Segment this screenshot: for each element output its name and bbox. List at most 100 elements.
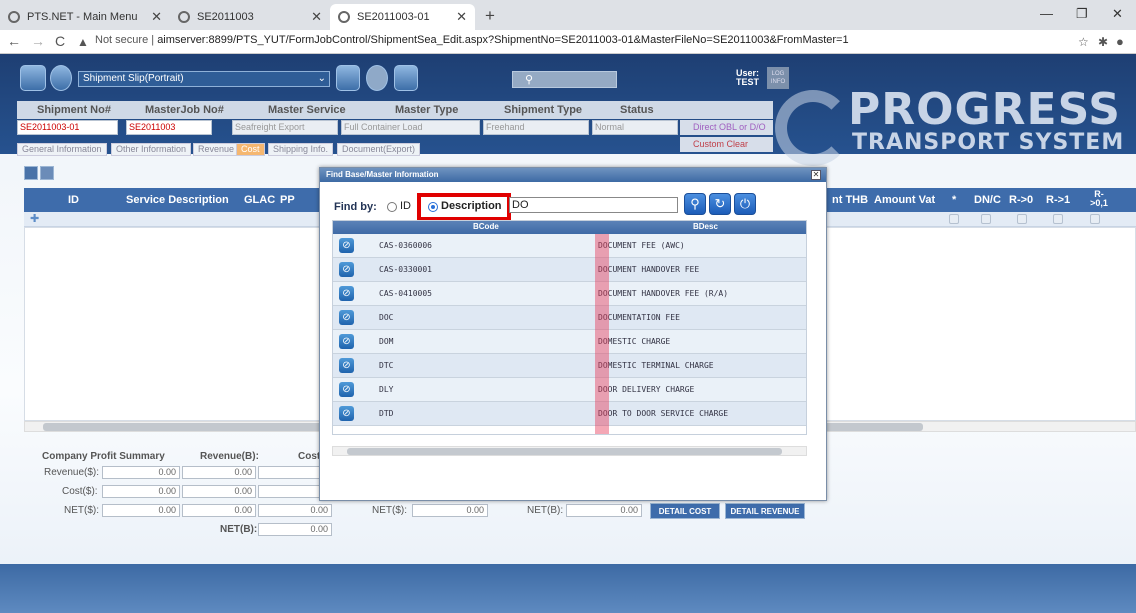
cost-s-field[interactable] xyxy=(258,466,320,479)
new-tab-plus-icon[interactable]: + xyxy=(485,6,495,26)
select-row-icon[interactable]: ⊘ xyxy=(339,406,354,421)
checkbox[interactable] xyxy=(1053,214,1063,224)
radio-description[interactable] xyxy=(428,202,438,212)
table-row[interactable]: ⊘ CAS-0360006 DOCUMENT FEE (AWC) xyxy=(333,234,806,258)
tab-revenue[interactable]: Revenue xyxy=(193,143,240,156)
log-info-button[interactable]: LOG INFO xyxy=(767,67,789,89)
select-row-icon[interactable]: ⊘ xyxy=(339,238,354,253)
table-row[interactable]: ⊘ DTC DOMESTIC TERMINAL CHARGE xyxy=(333,354,806,378)
shipment-type-select[interactable]: Freehand xyxy=(483,120,589,135)
revenue-b-field[interactable]: 0.00 xyxy=(182,466,256,479)
column-highlight xyxy=(595,234,609,434)
add-row-plus-icon[interactable]: ✚ xyxy=(30,212,39,225)
tab-general-information[interactable]: General Information xyxy=(17,143,107,156)
master-service-select[interactable]: Seafreight Export xyxy=(232,120,338,135)
tab-cost[interactable]: Cost xyxy=(236,143,265,156)
back-arrow-icon[interactable]: ← xyxy=(7,33,21,49)
scrollbar-thumb[interactable] xyxy=(347,448,782,455)
select-row-icon[interactable]: ⊘ xyxy=(339,358,354,373)
cost-label: Cost xyxy=(298,451,321,462)
radio-description-label: Description xyxy=(441,200,502,212)
radio-id[interactable] xyxy=(387,202,397,212)
forward-arrow-icon[interactable]: → xyxy=(31,33,45,49)
net-b-value-2[interactable]: 0.00 xyxy=(566,504,642,517)
detail-cost-button[interactable]: DETAIL COST xyxy=(650,503,720,519)
col-service-description: Service Description xyxy=(126,194,229,206)
tab-other-information[interactable]: Other Information xyxy=(111,143,192,156)
copy-icon[interactable] xyxy=(50,65,72,91)
tab-title: SE2011003 xyxy=(197,11,254,23)
star-icon[interactable]: ☆ xyxy=(1078,35,1089,49)
net-s-value[interactable]: 0.00 xyxy=(102,504,180,517)
select-row-icon[interactable]: ⊘ xyxy=(339,262,354,277)
restore-icon[interactable]: ❐ xyxy=(1076,6,1088,22)
table-row[interactable]: ⊘ DTD DOOR TO DOOR SERVICE CHARGE xyxy=(333,402,806,426)
window-close-icon[interactable]: ✕ xyxy=(1112,6,1123,22)
close-icon[interactable]: ✕ xyxy=(311,9,322,25)
net-b-field[interactable]: 0.00 xyxy=(258,523,332,536)
status-select[interactable]: Normal xyxy=(592,120,678,135)
dialog-horizontal-scrollbar[interactable] xyxy=(332,446,807,456)
masterjob-no-field[interactable]: SE2011003 xyxy=(126,120,212,135)
master-type-select[interactable]: Full Container Load xyxy=(341,120,480,135)
detail-revenue-button[interactable]: DETAIL REVENUE xyxy=(725,503,805,519)
row-code: DTC xyxy=(379,361,394,370)
net-b-label: NET(B): xyxy=(220,524,258,535)
custom-clear-checkbox[interactable]: Custom Clear xyxy=(680,137,773,152)
shipment-no-field[interactable]: SE2011003-01 xyxy=(17,120,118,135)
table-row[interactable]: ⊘ DOC DOCUMENTATION FEE xyxy=(333,306,806,330)
url-field[interactable]: Not secure | aimserver:8899/PTS_YUT/Form… xyxy=(95,34,849,46)
profile-icon[interactable]: ● xyxy=(1116,34,1124,49)
select-row-icon[interactable]: ⊘ xyxy=(339,382,354,397)
select-row-icon[interactable]: ⊘ xyxy=(339,334,354,349)
minimize-icon[interactable]: — xyxy=(1040,6,1053,21)
cost-c-field[interactable] xyxy=(258,485,320,498)
radio-id-label: ID xyxy=(400,200,411,212)
checkbox[interactable] xyxy=(1017,214,1027,224)
browser-tab[interactable]: PTS.NET - Main Menu ✕ xyxy=(0,4,170,30)
close-icon[interactable]: ✕ xyxy=(456,9,467,25)
cost-s-value[interactable]: 0.00 xyxy=(102,485,180,498)
checkbox[interactable] xyxy=(949,214,959,224)
revenue-s-field[interactable]: 0.00 xyxy=(102,466,180,479)
cost-b-value[interactable]: 0.00 xyxy=(182,485,256,498)
select-row-icon[interactable]: ⊘ xyxy=(339,310,354,325)
col-status: Status xyxy=(620,104,654,116)
net-b-value[interactable]: 0.00 xyxy=(182,504,256,517)
timer-icon[interactable] xyxy=(394,65,418,91)
search-button[interactable]: ⚲ xyxy=(684,193,706,215)
find-input[interactable]: DO xyxy=(509,197,678,213)
cancel-icon[interactable] xyxy=(40,166,54,180)
net-s-value-2[interactable]: 0.00 xyxy=(412,504,488,517)
tab-shipping-info[interactable]: Shipping Info. xyxy=(268,143,334,156)
save-icon[interactable] xyxy=(24,166,38,180)
form-select[interactable]: Shipment Slip(Portrait) ⌄ xyxy=(78,71,330,87)
browser-tab[interactable]: SE2011003 ✕ xyxy=(170,4,330,30)
col-bcode: BCode xyxy=(473,222,499,231)
edit-icon[interactable] xyxy=(20,65,46,91)
checkbox[interactable] xyxy=(981,214,991,224)
browser-tab-active[interactable]: SE2011003-01 ✕ xyxy=(330,4,475,30)
tab-document-export[interactable]: Document(Export) xyxy=(337,143,421,156)
print-icon[interactable] xyxy=(336,65,360,91)
close-icon[interactable]: ✕ xyxy=(151,9,162,25)
select-row-icon[interactable]: ⊘ xyxy=(339,286,354,301)
direct-obl-checkbox[interactable]: Direct OBL or D/O xyxy=(680,120,773,135)
user-info: User: TEST xyxy=(736,69,759,87)
power-icon[interactable] xyxy=(366,65,388,91)
table-row[interactable]: ⊘ DOM DOMESTIC CHARGE xyxy=(333,330,806,354)
col-master-service: Master Service xyxy=(268,104,346,116)
search-input[interactable]: ⚲ xyxy=(512,71,617,88)
net-c-value[interactable]: 0.00 xyxy=(258,504,332,517)
summary-title: Company Profit Summary xyxy=(42,451,165,462)
find-by-label: Find by: xyxy=(334,201,377,213)
reload-icon[interactable]: C xyxy=(55,33,65,49)
checkbox[interactable] xyxy=(1090,214,1100,224)
extensions-icon[interactable]: ✱ xyxy=(1098,35,1108,49)
close-icon[interactable]: ✕ xyxy=(811,170,821,180)
table-row[interactable]: ⊘ DLY DOOR DELIVERY CHARGE xyxy=(333,378,806,402)
table-row[interactable]: ⊘ CAS-0410005 DOCUMENT HANDOVER FEE (R/A) xyxy=(333,282,806,306)
close-dialog-button[interactable]: ⏻ xyxy=(734,193,756,215)
table-row[interactable]: ⊘ CAS-0330001 DOCUMENT HANDOVER FEE xyxy=(333,258,806,282)
refresh-button[interactable]: ↻ xyxy=(709,193,731,215)
